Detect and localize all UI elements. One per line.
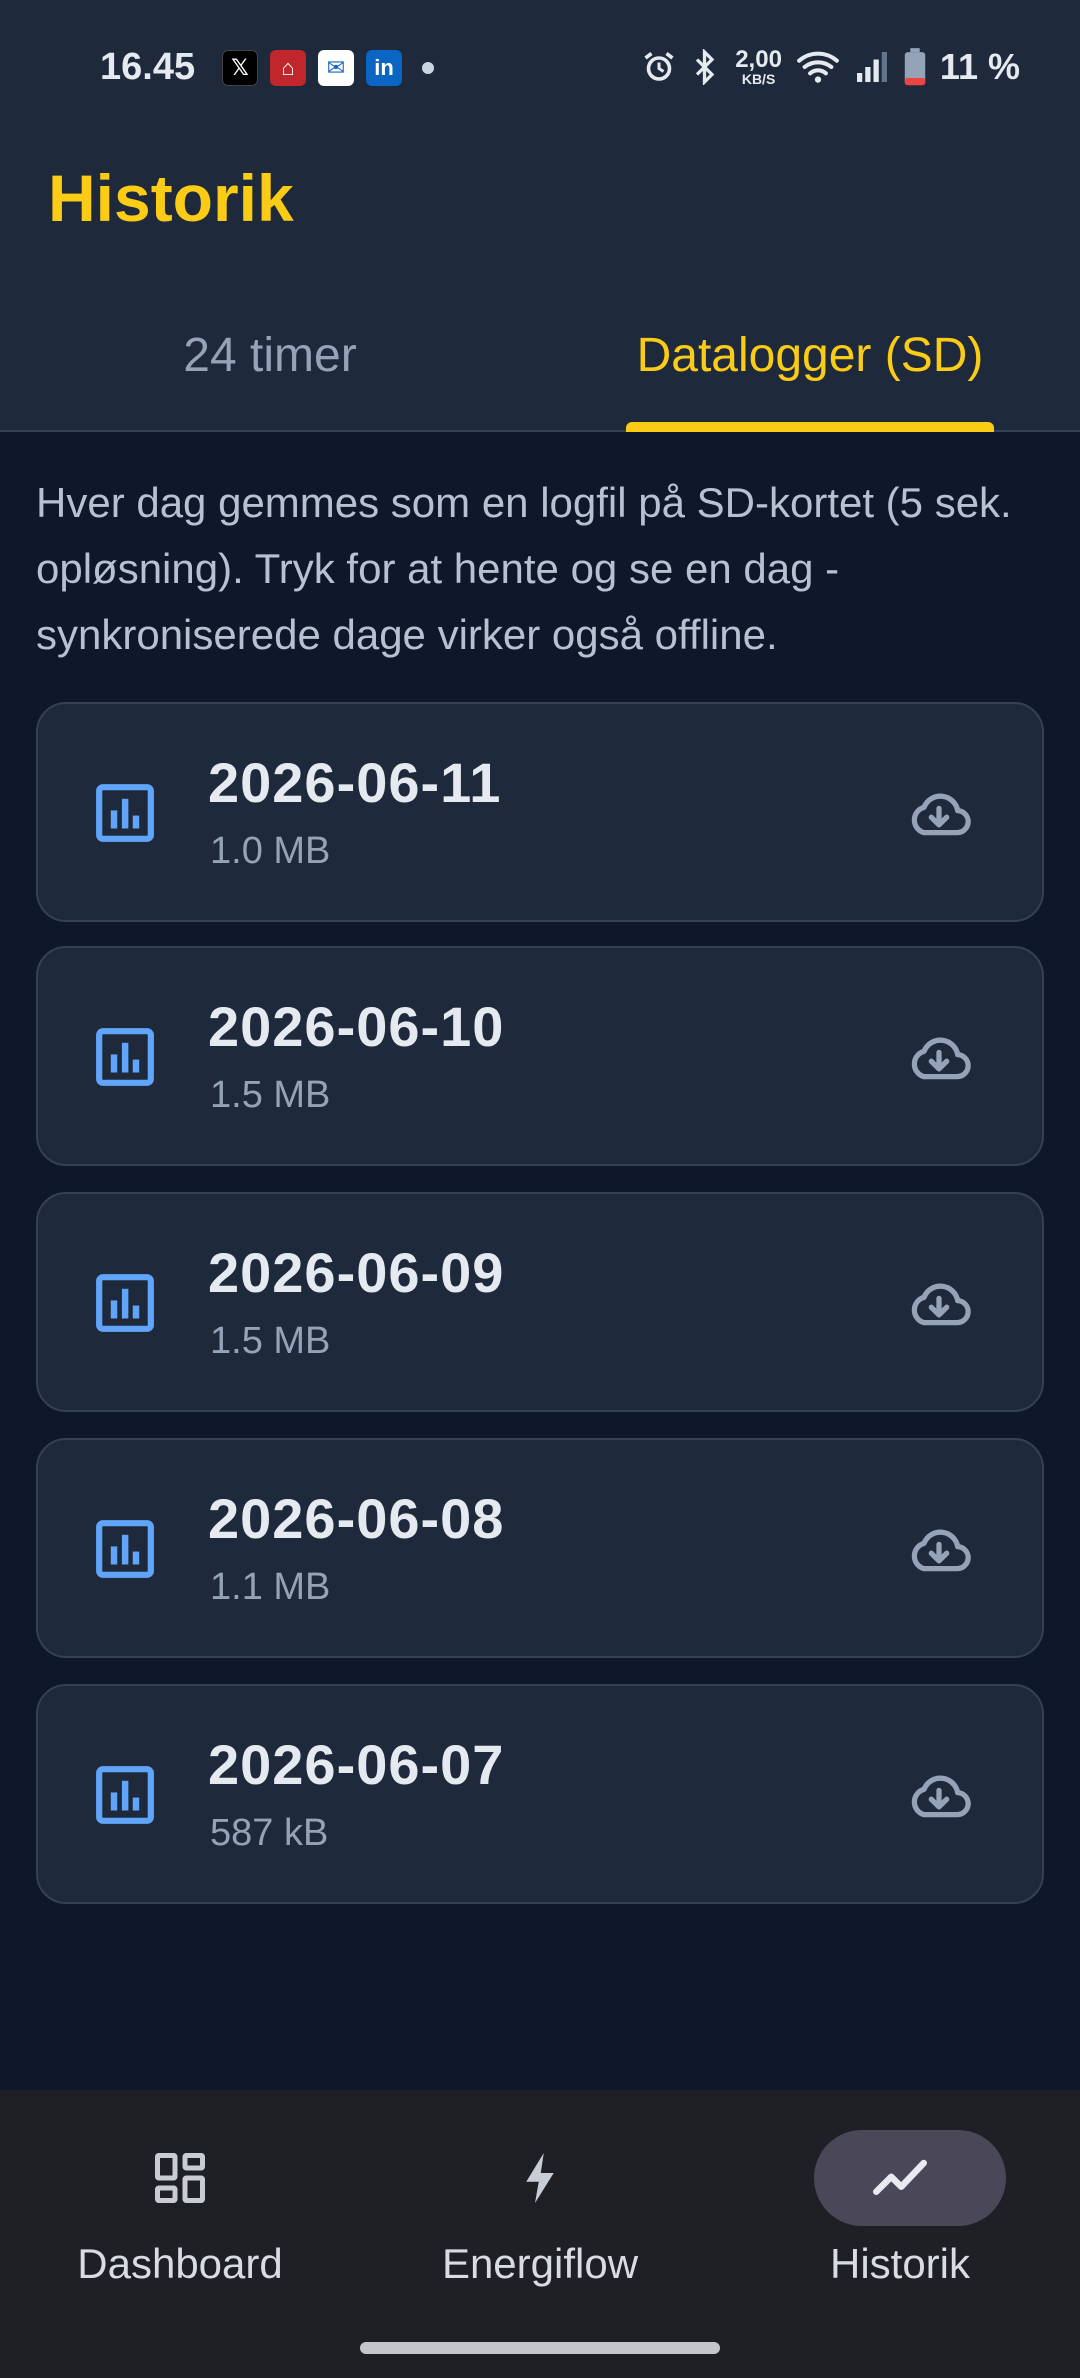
nav-label: Dashboard <box>77 2240 283 2287</box>
tab-datalogger[interactable]: Datalogger (SD) <box>540 310 1080 432</box>
x-app-icon: 𝕏 <box>222 50 258 86</box>
log-size: 1.1 MB <box>210 1566 331 1608</box>
nav-label: Historik <box>829 2240 970 2287</box>
log-file-card[interactable]: 2026-06-10 1.5 MB <box>36 946 1044 1166</box>
bar-chart-icon <box>96 1274 154 1332</box>
signal-icon <box>856 52 887 82</box>
status-time: 16.45 <box>100 46 196 88</box>
log-file-card[interactable]: 2026-06-07 587 kB <box>36 1684 1044 1904</box>
more-notifications-dot <box>422 62 434 74</box>
log-size: 587 kB <box>210 1812 329 1854</box>
status-right: 2,00 KB/S 11 % <box>641 46 1020 88</box>
tab-label: Datalogger (SD) <box>636 329 984 382</box>
notification-icons: 𝕏 ⌂ ✉ in <box>222 50 434 86</box>
log-file-card[interactable]: 2026-06-08 1.1 MB <box>36 1438 1044 1658</box>
bar-chart-icon <box>96 1766 154 1824</box>
log-date: 2026-06-09 <box>208 1241 505 1304</box>
nav-label: Energiflow <box>441 2240 639 2287</box>
tab-label: 24 timer <box>183 329 357 382</box>
log-date: 2026-06-11 <box>208 751 502 814</box>
log-file-card[interactable]: 2026-06-11 1.0 MB <box>36 702 1044 922</box>
nav-item-energiflow[interactable]: Energiflow <box>360 2090 720 2290</box>
home-app-icon: ⌂ <box>270 50 306 86</box>
log-size: 1.5 MB <box>210 1074 331 1116</box>
bluetooth-icon <box>696 49 715 85</box>
cloud-download-icon[interactable] <box>906 1770 972 1824</box>
tab-24-timer[interactable]: 24 timer <box>0 310 540 432</box>
gesture-bar <box>360 2342 720 2354</box>
log-date: 2026-06-07 <box>208 1733 505 1796</box>
active-tab-indicator <box>626 422 994 432</box>
tab-bar: 24 timer Datalogger (SD) <box>0 310 1080 432</box>
linkedin-app-icon: in <box>366 50 402 86</box>
wifi-icon <box>797 51 839 83</box>
cloud-download-icon[interactable] <box>906 1524 972 1578</box>
nav-item-dashboard[interactable]: Dashboard <box>0 2090 360 2290</box>
network-speed: 2,00 KB/S <box>735 46 782 87</box>
nav-item-historik[interactable]: Historik <box>720 2090 1080 2290</box>
intro-text: Hver dag gemmes som en logfil på SD-kort… <box>36 479 1012 658</box>
mail-app-icon: ✉ <box>318 50 354 86</box>
status-bar: 16.45 𝕏 ⌂ ✉ in 2,00 KB/S 11 % <box>0 40 1080 100</box>
log-size: 1.5 MB <box>210 1320 331 1362</box>
net-speed-unit: KB/S <box>741 71 776 87</box>
battery-percent: 11 % <box>939 46 1020 87</box>
bottom-navigation: Dashboard Energiflow Historik <box>0 2090 1080 2378</box>
log-date: 2026-06-10 <box>208 995 505 1058</box>
battery-icon <box>904 48 926 86</box>
log-file-card[interactable]: 2026-06-09 1.5 MB <box>36 1192 1044 1412</box>
net-speed-value: 2,00 <box>735 46 782 73</box>
dashboard-icon <box>155 2153 205 2203</box>
bolt-icon <box>526 2153 554 2203</box>
bar-chart-icon <box>96 784 154 842</box>
top-app-bar: 16.45 𝕏 ⌂ ✉ in 2,00 KB/S 11 % Historik 2… <box>0 0 1080 432</box>
log-size: 1.0 MB <box>210 830 331 872</box>
bar-chart-icon <box>96 1028 154 1086</box>
trending-icon <box>873 2159 927 2195</box>
alarm-icon <box>644 52 674 81</box>
cloud-download-icon[interactable] <box>906 1278 972 1332</box>
cloud-download-icon[interactable] <box>906 788 972 842</box>
bar-chart-icon <box>96 1520 154 1578</box>
cloud-download-icon[interactable] <box>906 1032 972 1086</box>
page-title: Historik <box>48 161 294 235</box>
log-date: 2026-06-08 <box>208 1487 505 1550</box>
